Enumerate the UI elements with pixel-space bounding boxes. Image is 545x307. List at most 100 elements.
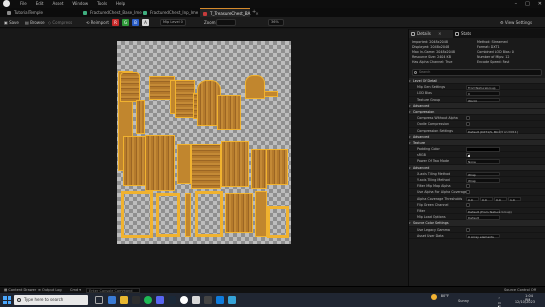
zoom-percent: 36% bbox=[271, 20, 279, 24]
red-channel-toggle[interactable]: R bbox=[112, 19, 119, 26]
tab-tutorial-temple[interactable]: TutorialTemple bbox=[4, 8, 50, 17]
menu-tools[interactable]: Tools bbox=[97, 1, 107, 6]
tab-fractured-chest-base[interactable]: FracturedChest_Base_Ime bbox=[80, 8, 142, 17]
property-label: Filter bbox=[417, 208, 426, 213]
clock-date[interactable]: 12/10/2023 bbox=[515, 300, 535, 304]
property-dropdown[interactable]: Wrap bbox=[466, 171, 500, 177]
compress-button[interactable]: ◇ Compress bbox=[48, 19, 72, 26]
green-channel-toggle[interactable]: G bbox=[122, 19, 129, 26]
task-view-icon[interactable] bbox=[95, 296, 103, 304]
texture-strip bbox=[185, 193, 191, 237]
level-icon bbox=[7, 11, 11, 15]
store-icon[interactable] bbox=[132, 296, 140, 304]
app-icon[interactable] bbox=[192, 296, 200, 304]
maximize-icon[interactable]: □ bbox=[525, 1, 530, 7]
zoom-label: Zoom bbox=[204, 20, 216, 25]
property-label: Asset User Data bbox=[417, 233, 444, 238]
details-search-input[interactable]: Search bbox=[412, 69, 542, 76]
tray-icons[interactable]: ⌃ ▭ ◧ ◑ bbox=[498, 297, 501, 307]
texture-preview[interactable] bbox=[117, 41, 291, 244]
app-icon[interactable] bbox=[216, 296, 224, 304]
view-settings-button[interactable]: ⚙ View Settings bbox=[500, 19, 532, 26]
vector-component-input[interactable]: 0.0 bbox=[480, 196, 493, 202]
property-dropdown[interactable]: FromTextureGroup bbox=[466, 85, 500, 90]
windows-taskbar: Type here to search 80°F Sunny ⌃ ▭ ◧ ◑ 1… bbox=[0, 293, 545, 307]
menu-asset[interactable]: Asset bbox=[52, 1, 63, 6]
texture-lid-piece bbox=[120, 72, 140, 102]
texture-back-panel bbox=[191, 144, 221, 189]
texture-side-panel bbox=[217, 95, 241, 130]
alpha-channel-toggle[interactable]: A bbox=[142, 19, 149, 26]
vector-component-input[interactable]: 0.0 bbox=[466, 196, 479, 202]
property-label: Use Legacy Gamma bbox=[417, 227, 450, 232]
texture-front-panel bbox=[145, 135, 175, 191]
tab-treasure-chest-texture[interactable]: T_TreasureChest_BA ✕ bbox=[200, 8, 259, 17]
property-dropdown[interactable]: 0 Array elements bbox=[466, 233, 500, 239]
property-checkbox[interactable] bbox=[466, 116, 470, 121]
minimize-icon[interactable]: – bbox=[515, 1, 518, 7]
property-dropdown[interactable]: Default bbox=[466, 215, 500, 220]
reimport-button[interactable]: ⟲ Reimport bbox=[86, 19, 109, 26]
file-explorer-icon[interactable] bbox=[120, 296, 128, 304]
details-icon bbox=[411, 32, 415, 36]
property-dropdown[interactable]: None bbox=[466, 159, 500, 164]
vector-component-input[interactable]: 1.0 bbox=[508, 196, 521, 202]
steam-icon[interactable] bbox=[168, 296, 176, 304]
property-checkbox[interactable] bbox=[466, 153, 470, 158]
blue-channel-toggle[interactable]: B bbox=[132, 19, 139, 26]
add-tab-icon[interactable]: + bbox=[252, 8, 256, 17]
mip-level-select[interactable]: Mip Level 0 bbox=[160, 19, 186, 26]
close-tab-icon[interactable]: ✕ bbox=[438, 31, 441, 36]
property-label: Y-axis Tiling Method bbox=[417, 178, 450, 182]
cmd-label: Cmd bbox=[70, 288, 79, 292]
property-checkbox[interactable] bbox=[466, 184, 470, 189]
tab-stats[interactable]: Stats bbox=[453, 30, 493, 38]
texture-info-item: Encode Speed: Fast bbox=[477, 60, 510, 64]
property-dropdown[interactable]: Wrap bbox=[466, 178, 500, 183]
stats-icon bbox=[455, 32, 459, 36]
property-input[interactable]: 0 bbox=[466, 91, 500, 96]
property-checkbox[interactable] bbox=[466, 190, 470, 195]
source-control-label: Source Control Off bbox=[504, 288, 537, 292]
windows-start-icon[interactable] bbox=[3, 296, 11, 304]
property-checkbox[interactable] bbox=[466, 122, 470, 127]
menu-window[interactable]: Window bbox=[72, 1, 88, 6]
app-icon[interactable] bbox=[204, 296, 212, 304]
property-dropdown[interactable]: Default (DXT1/5, BC1/3 on DX11) bbox=[466, 128, 518, 134]
texture-frame bbox=[195, 191, 223, 237]
vector-component-input[interactable]: 0.0 bbox=[494, 196, 507, 202]
tab-fractured-chest-inp[interactable]: FracturedChest_Inp_Ime bbox=[140, 8, 200, 17]
property-checkbox[interactable] bbox=[466, 227, 470, 232]
taskbar-search-placeholder: Type here to search bbox=[24, 297, 64, 302]
property-row: Asset User Data 0 Array elements bbox=[409, 233, 545, 239]
menu-edit[interactable]: Edit bbox=[36, 1, 44, 6]
tab-label: TutorialTemple bbox=[14, 10, 43, 15]
menu-bar: File Edit Asset Window Tools Help bbox=[20, 1, 125, 6]
unreal-logo-icon[interactable] bbox=[3, 0, 10, 7]
texture-info-item: Has Alpha Channel: True bbox=[412, 60, 453, 64]
save-button[interactable]: ▣ Save bbox=[4, 19, 19, 26]
close-icon[interactable]: ✕ bbox=[538, 1, 542, 7]
menu-file[interactable]: File bbox=[20, 1, 27, 6]
property-label: Source Color Settings bbox=[413, 221, 449, 226]
property-label: Oodle Compression bbox=[417, 122, 450, 127]
property-checkbox[interactable] bbox=[466, 202, 470, 207]
color-swatch[interactable] bbox=[466, 147, 500, 152]
spotify-icon[interactable] bbox=[144, 296, 152, 304]
browse-button[interactable]: ▤ Browse bbox=[25, 19, 45, 26]
discord-icon[interactable] bbox=[156, 296, 164, 304]
weather-temp[interactable]: 80°F bbox=[441, 294, 449, 298]
texture-frame bbox=[121, 191, 153, 238]
property-dropdown[interactable]: Default (From Texture Group) bbox=[466, 208, 512, 214]
taskbar-search-input[interactable]: Type here to search bbox=[14, 295, 88, 305]
edge-browser-icon[interactable] bbox=[108, 296, 116, 304]
tab-details[interactable]: Details ✕ bbox=[409, 30, 453, 38]
menu-help[interactable]: Help bbox=[116, 1, 125, 6]
save-label: Save bbox=[9, 20, 19, 25]
texture-strip bbox=[255, 191, 267, 237]
zoom-slider[interactable] bbox=[216, 19, 236, 26]
app-icon[interactable] bbox=[228, 296, 236, 304]
zoom-value[interactable]: 36% bbox=[268, 19, 284, 26]
property-dropdown[interactable]: World bbox=[466, 97, 500, 103]
unreal-engine-icon[interactable] bbox=[180, 296, 188, 304]
